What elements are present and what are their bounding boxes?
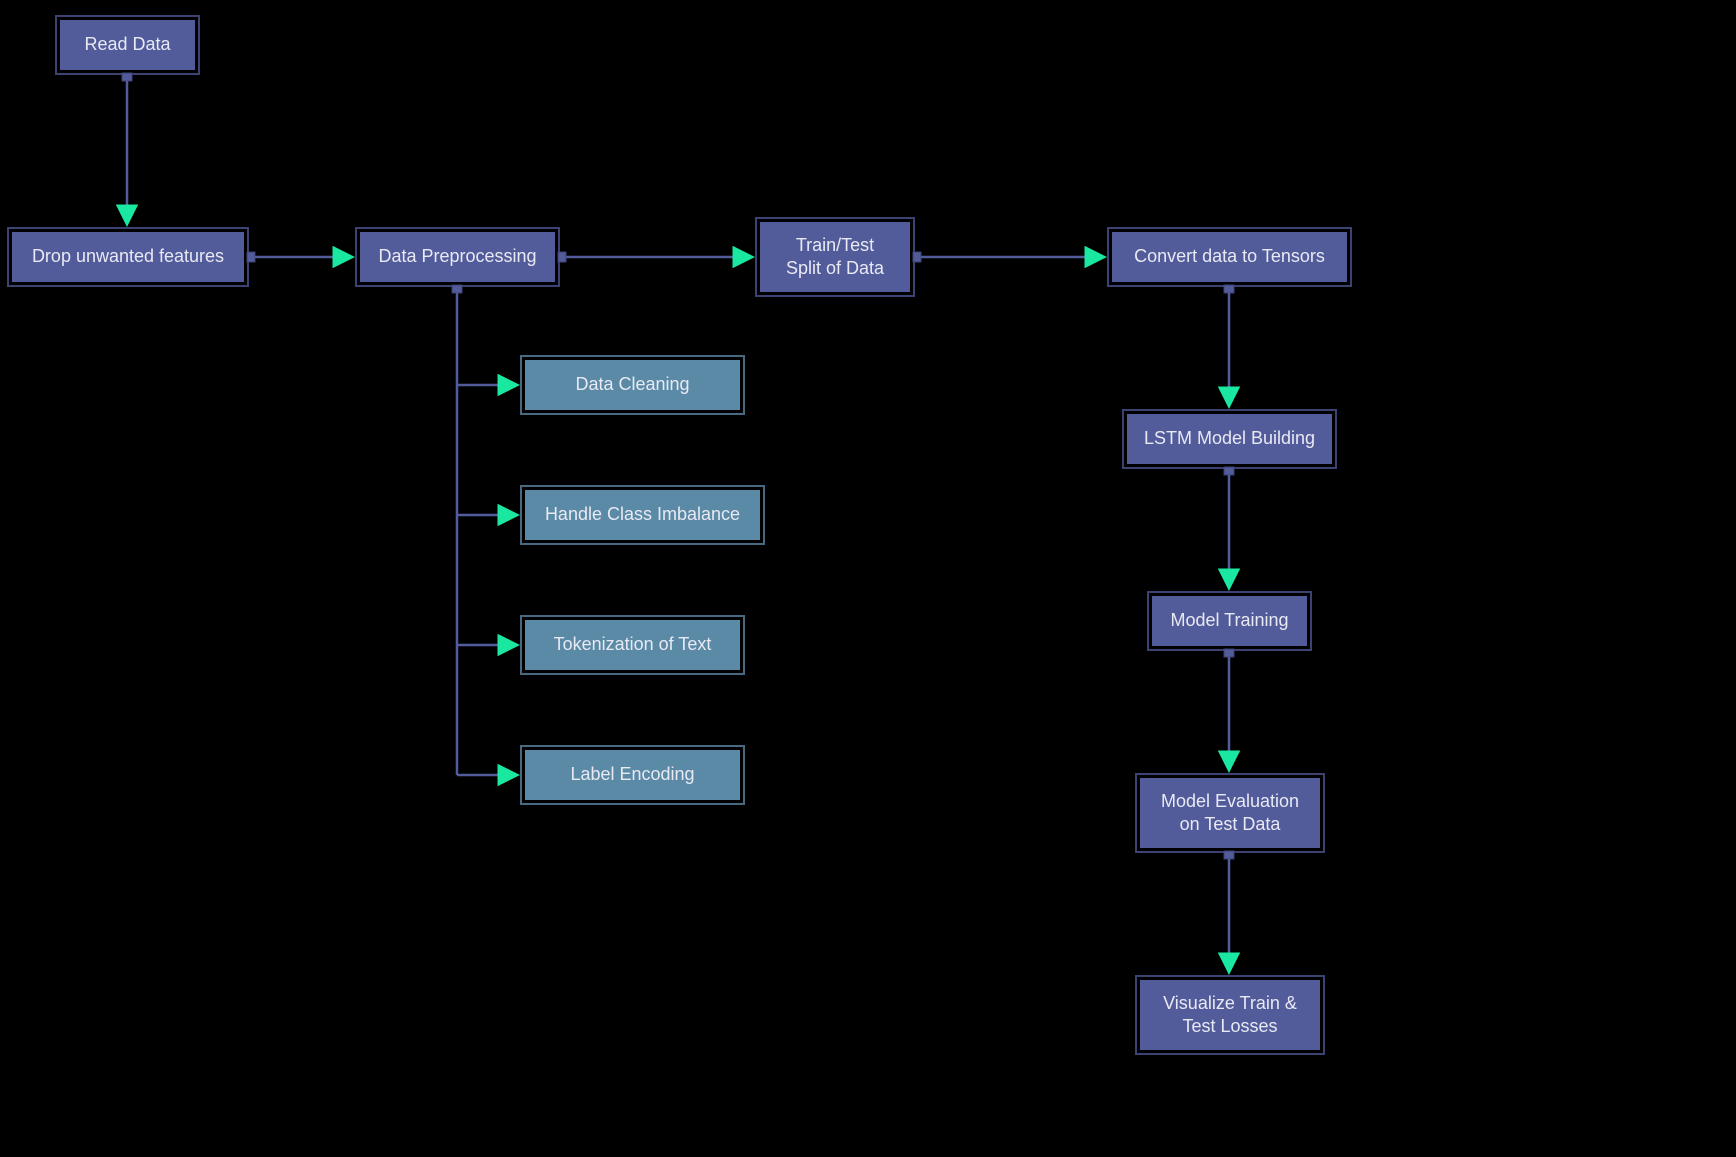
node-class-imbalance[interactable]: Handle Class Imbalance [525,490,760,540]
node-label-encoding[interactable]: Label Encoding [525,750,740,800]
node-label: Model Evaluation on Test Data [1161,790,1299,837]
node-read-data[interactable]: Read Data [60,20,195,70]
node-label: Data Cleaning [575,373,689,396]
node-visualize-losses[interactable]: Visualize Train & Test Losses [1140,980,1320,1050]
node-lstm-building[interactable]: LSTM Model Building [1127,414,1332,464]
node-model-evaluation[interactable]: Model Evaluation on Test Data [1140,778,1320,848]
node-label: LSTM Model Building [1144,427,1315,450]
node-drop-features[interactable]: Drop unwanted features [12,232,244,282]
node-label: Tokenization of Text [554,633,712,656]
node-label: Read Data [84,33,170,56]
node-label: Handle Class Imbalance [545,503,740,526]
node-tokenization[interactable]: Tokenization of Text [525,620,740,670]
node-label: Convert data to Tensors [1134,245,1325,268]
node-label: Label Encoding [570,763,694,786]
edges-layer [0,0,1736,1157]
node-label: Drop unwanted features [32,245,224,268]
node-model-training[interactable]: Model Training [1152,596,1307,646]
node-label: Visualize Train & Test Losses [1163,992,1297,1039]
node-data-cleaning[interactable]: Data Cleaning [525,360,740,410]
node-data-preprocessing[interactable]: Data Preprocessing [360,232,555,282]
node-label: Model Training [1170,609,1288,632]
node-convert-tensors[interactable]: Convert data to Tensors [1112,232,1347,282]
node-label: Data Preprocessing [378,245,536,268]
node-label: Train/Test Split of Data [786,234,884,281]
node-train-test-split[interactable]: Train/Test Split of Data [760,222,910,292]
